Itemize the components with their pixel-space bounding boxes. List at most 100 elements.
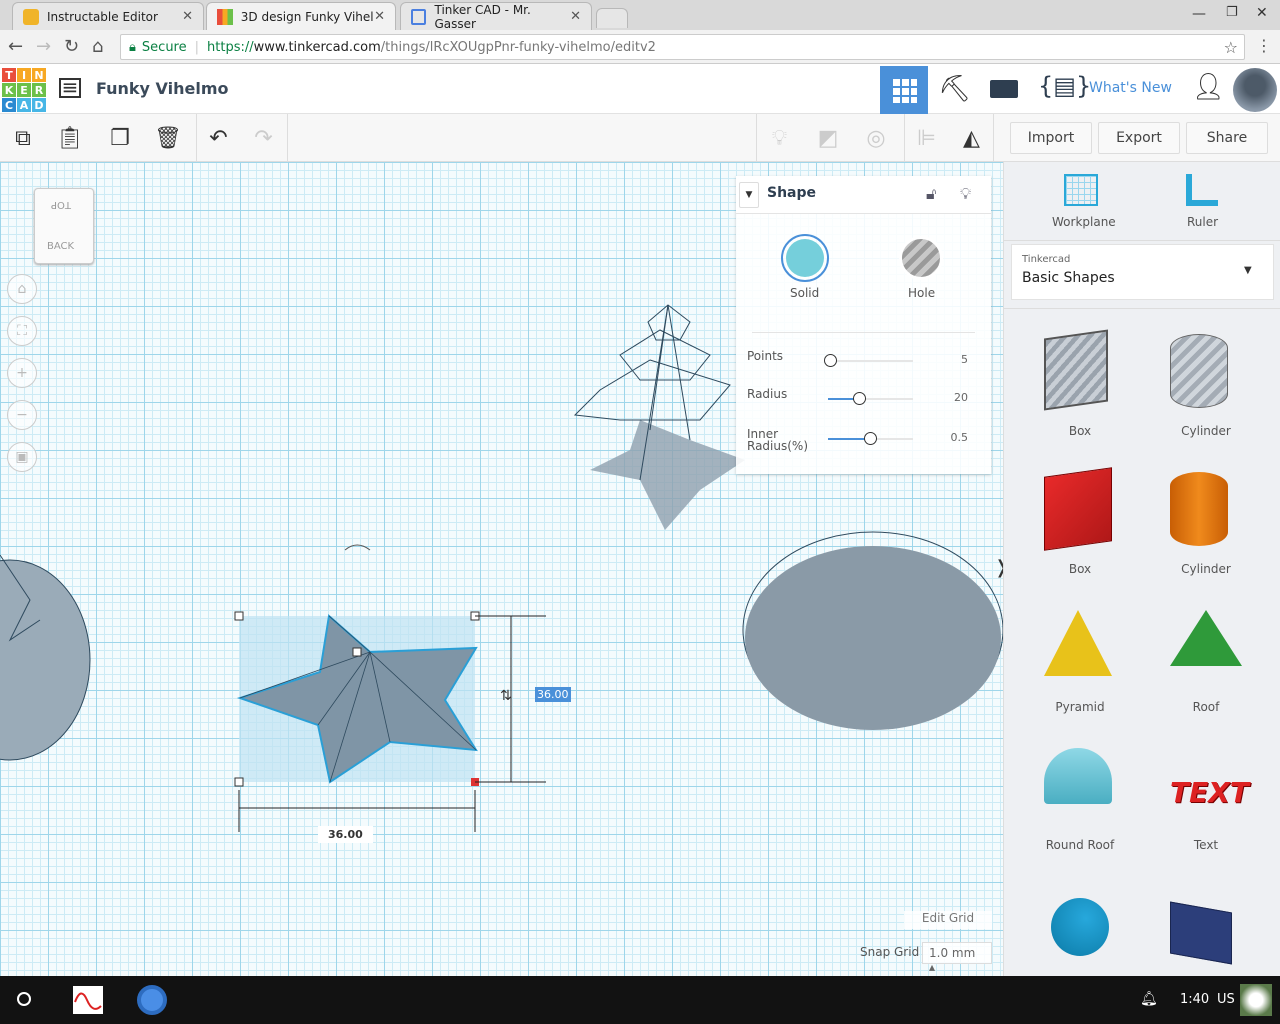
forward-icon[interactable]: →	[36, 36, 51, 57]
align-icon[interactable]: ⊫	[904, 114, 948, 162]
clock[interactable]: 1:40	[1180, 992, 1209, 1007]
pickaxe-icon[interactable]: ⛏	[938, 74, 971, 104]
mirror-icon[interactable]: ◭	[950, 114, 994, 162]
close-tab-icon[interactable]: ✕	[182, 9, 193, 24]
minimize-icon[interactable]: —	[1192, 6, 1206, 22]
add-user-icon[interactable]: 👤︎	[1192, 72, 1225, 102]
home-icon[interactable]: ⌂	[92, 36, 103, 57]
tab-instructable-editor[interactable]: Instructable Editor ✕	[12, 2, 204, 30]
shape-library-panel: Workplane Ruler Tinkercad Basic Shapes ▼…	[1003, 162, 1280, 976]
view-cube[interactable]: TOP BACK	[34, 188, 94, 264]
home-view-icon[interactable]: ⌂	[7, 274, 37, 304]
snap-grid-select[interactable]: 1.0 mm ▴	[922, 942, 992, 974]
new-tab-button[interactable]	[596, 8, 628, 28]
tab-tinker-cad-gasser[interactable]: Tinker CAD - Mr. Gasser ✕	[400, 2, 592, 31]
height-arrows-icon: ⇅	[500, 688, 512, 704]
input-locale[interactable]: US	[1217, 992, 1235, 1007]
3d-design-view-button[interactable]	[880, 66, 928, 114]
user-avatar[interactable]	[1240, 984, 1272, 1016]
part-thumbnail	[1044, 748, 1112, 804]
address-bar-row: ← → ↻ ⌂ 🔒︎ Secure | https://www.tinkerca…	[0, 30, 1280, 64]
os-taskbar: 🔔︎ 1:40 US	[0, 976, 1280, 1024]
tab-3d-design[interactable]: 3D design Funky Vihelm ✕	[206, 2, 396, 30]
workplane-button[interactable]: Workplane	[1052, 215, 1116, 229]
redo-icon[interactable]: ↷	[240, 114, 288, 162]
restore-icon[interactable]: ❐	[1226, 5, 1238, 20]
bricks-icon[interactable]	[990, 80, 1018, 98]
slider-thumb[interactable]	[853, 392, 867, 405]
width-dimension-input[interactable]: 36.00	[318, 826, 373, 843]
perspective-icon[interactable]: ▣	[7, 442, 37, 472]
close-window-icon[interactable]: ✕	[1256, 5, 1268, 21]
chrome-icon[interactable]	[137, 985, 167, 1015]
url-field[interactable]: 🔒︎ Secure | https://www.tinkercad.com/th…	[120, 34, 1245, 60]
height-dimension-input[interactable]: 36.00	[535, 687, 571, 702]
tinkercad-logo[interactable]: TIN KER CAD	[2, 68, 46, 112]
import-button[interactable]: Import	[1010, 122, 1092, 154]
paste-icon[interactable]: 📋︎	[46, 114, 94, 162]
lightbulb-icon[interactable]: 💡︎	[756, 114, 802, 162]
workplane-icon[interactable]	[1064, 174, 1098, 206]
browser-tab-bar: Instructable Editor ✕ 3D design Funky Vih…	[0, 0, 1280, 31]
collapse-panel-chevron-icon[interactable]: ❭	[994, 557, 1003, 578]
codeblocks-icon[interactable]: {▤}	[1038, 72, 1091, 100]
wave-app-icon[interactable]	[73, 986, 103, 1014]
param-value[interactable]: 5	[936, 353, 968, 366]
dropdown-caret-icon: ▼	[1244, 265, 1252, 276]
zoom-in-icon[interactable]: +	[7, 358, 37, 388]
launcher-icon[interactable]	[17, 992, 31, 1006]
design-title[interactable]: Funky Vihelmo	[96, 79, 229, 98]
shape-category-select[interactable]: Tinkercad Basic Shapes ▼	[1011, 244, 1274, 300]
param-slider[interactable]	[823, 354, 913, 367]
lock-icon: 🔒︎	[129, 39, 136, 55]
part-thumbnail	[1044, 610, 1112, 676]
instructables-robot-icon	[23, 8, 39, 25]
ungroup-icon[interactable]: ◎	[852, 114, 900, 162]
part-thumbnail	[1044, 329, 1108, 411]
bookmark-star-icon[interactable]: ☆	[1224, 38, 1238, 57]
whats-new-link[interactable]: What's New	[1089, 80, 1172, 96]
ruler-icon[interactable]	[1186, 174, 1218, 206]
notification-bell-icon[interactable]: 🔔︎	[1140, 991, 1158, 1007]
zoom-out-icon[interactable]: −	[7, 400, 37, 430]
param-slider[interactable]	[828, 432, 913, 445]
reload-icon[interactable]: ↻	[64, 36, 79, 57]
part-thumbnail	[1170, 610, 1242, 666]
sites-icon	[411, 8, 427, 25]
rotate-handle	[344, 544, 371, 551]
library-part-sphere[interactable]	[1051, 898, 1109, 956]
avatar[interactable]	[1233, 68, 1277, 112]
param-slider[interactable]	[828, 392, 913, 405]
group-icon[interactable]: ◩	[804, 114, 852, 162]
library-part-wedge[interactable]	[1170, 901, 1232, 965]
lightbulb-icon[interactable]: 💡︎	[960, 184, 971, 204]
inspector-title: Shape	[767, 185, 817, 201]
unlock-icon[interactable]: 🔓︎	[926, 184, 936, 204]
snap-grid-label: Snap Grid	[860, 945, 920, 959]
duplicate-icon[interactable]: ❐	[96, 114, 144, 162]
ruler-button[interactable]: Ruler	[1187, 215, 1218, 229]
offscreen-shape	[0, 554, 91, 761]
export-button[interactable]: Export	[1098, 122, 1180, 154]
close-tab-icon[interactable]: ✕	[570, 9, 581, 24]
menu-icon[interactable]: ⋮	[1256, 36, 1272, 55]
slider-thumb[interactable]	[863, 432, 877, 445]
close-tab-icon[interactable]: ✕	[374, 9, 385, 24]
part-thumbnail	[1170, 472, 1228, 546]
solid-option[interactable]	[781, 234, 829, 282]
undo-icon[interactable]: ↶	[196, 114, 240, 162]
design-list-icon[interactable]: ≡	[59, 77, 81, 98]
copy-icon[interactable]: ⧉	[0, 114, 46, 162]
grid-icon	[891, 77, 917, 103]
cylinder-shape	[742, 531, 1003, 730]
param-value[interactable]: 0.5	[936, 431, 969, 444]
slider-thumb[interactable]	[823, 354, 837, 367]
back-icon[interactable]: ←	[8, 36, 23, 57]
collapse-inspector-icon[interactable]: ▼	[739, 182, 759, 208]
share-button[interactable]: Share	[1186, 122, 1268, 154]
delete-icon[interactable]: 🗑︎	[144, 114, 192, 162]
param-value[interactable]: 20	[936, 391, 968, 404]
edit-grid-button[interactable]: Edit Grid	[904, 911, 992, 929]
hole-option[interactable]	[899, 236, 943, 280]
fit-view-icon[interactable]: ⛶	[7, 316, 37, 346]
